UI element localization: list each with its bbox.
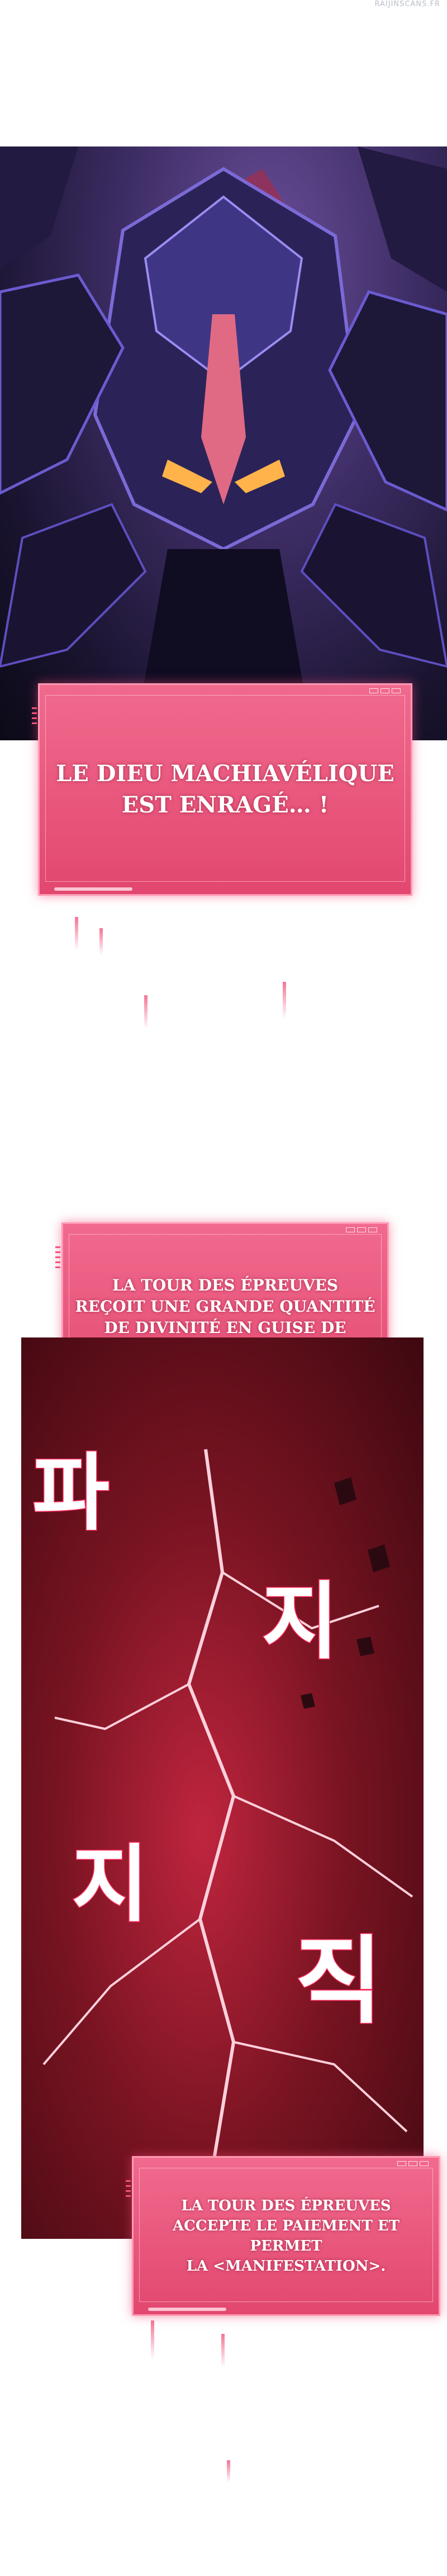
system-message-box-1: LE DIEU MACHIAVÉLIQUE EST ENRAGÉ… ! <box>32 683 412 896</box>
sound-effect: 파 <box>32 1445 110 1542</box>
drip-icon <box>221 2334 225 2367</box>
sound-effect: 지 <box>72 1836 149 1934</box>
side-ticks-icon <box>32 707 37 724</box>
sound-effect: 지 <box>261 1573 339 1671</box>
watermark-text: RAIJINSCANS.FR <box>374 0 440 8</box>
demon-panel <box>0 146 447 740</box>
drip-icon <box>227 2460 230 2483</box>
sound-effect: 직 <box>295 1926 382 2037</box>
drip-icon <box>75 917 78 951</box>
system-message-text: LA TOUR DES ÉPREUVES ACCEPTE LE PAIEMENT… <box>172 2197 400 2275</box>
drip-icon <box>283 982 286 1019</box>
lightning-crack-icon: 파 지 지 직 <box>32 1444 413 2177</box>
drip-icon <box>151 2320 154 2360</box>
system-message-box-3: LA TOUR DES ÉPREUVES ACCEPTE LE PAIEMENT… <box>126 2156 440 2316</box>
demon-helmet-icon <box>0 146 447 740</box>
system-message-text: LE DIEU MACHIAVÉLIQUE EST ENRAGÉ… ! <box>56 760 394 818</box>
side-ticks-icon <box>126 2180 131 2197</box>
crimson-lightning-panel: 파 지 지 직 <box>21 1337 424 2239</box>
progress-bar-icon <box>148 2308 226 2311</box>
progress-bar-icon <box>54 887 132 891</box>
drip-icon <box>99 928 103 955</box>
drip-icon <box>144 995 148 1029</box>
side-ticks-icon <box>55 1246 60 1268</box>
